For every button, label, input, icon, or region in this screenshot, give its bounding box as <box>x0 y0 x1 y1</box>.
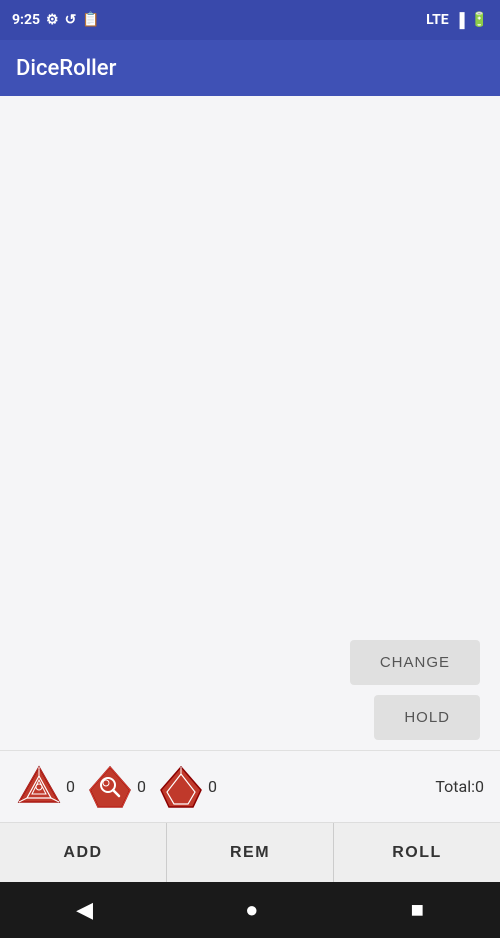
settings-icon: ⚙ <box>46 12 59 28</box>
dice-count-1: 0 <box>66 777 75 796</box>
refresh-icon: ↺ <box>65 12 77 28</box>
bottom-bar: ADD REM ROLL <box>0 822 500 882</box>
status-right: LTE ▐ 🔋 <box>426 12 488 29</box>
total-value: 0 <box>475 777 484 796</box>
roll-button[interactable]: ROLL <box>334 823 500 882</box>
dice-item-1[interactable]: 0 <box>16 764 83 810</box>
action-buttons-container: CHANGE HOLD <box>0 630 500 750</box>
nav-bar: ◀ ● ■ <box>0 882 500 938</box>
app-bar: DiceRoller <box>0 40 500 96</box>
change-button[interactable]: CHANGE <box>350 640 480 685</box>
total-label-text: Total: <box>435 777 475 796</box>
main-content: CHANGE HOLD <box>0 96 500 750</box>
dice-tray: 0 0 0 Total:0 <box>0 750 500 822</box>
dice-icon-3 <box>158 764 204 810</box>
status-left: 9:25 ⚙ ↺ 📋 <box>12 12 100 28</box>
app-title: DiceRoller <box>16 56 116 81</box>
signal-icon: ▐ <box>455 12 465 29</box>
hold-button[interactable]: HOLD <box>374 695 480 740</box>
clipboard-icon: 📋 <box>82 12 99 28</box>
total-display: Total:0 <box>435 777 484 796</box>
recent-nav-icon[interactable]: ■ <box>411 897 424 923</box>
home-nav-icon[interactable]: ● <box>245 897 258 923</box>
status-time: 9:25 <box>12 12 40 28</box>
status-bar: 9:25 ⚙ ↺ 📋 LTE ▐ 🔋 <box>0 0 500 40</box>
dice-icon-2 <box>87 764 133 810</box>
scroll-area <box>0 96 500 630</box>
dice-item-3[interactable]: 0 <box>158 764 225 810</box>
back-nav-icon[interactable]: ◀ <box>76 898 93 923</box>
add-button[interactable]: ADD <box>0 823 167 882</box>
lte-label: LTE <box>426 12 449 28</box>
rem-button[interactable]: REM <box>167 823 334 882</box>
dice-count-2: 0 <box>137 777 146 796</box>
dice-count-3: 0 <box>208 777 217 796</box>
battery-icon: 🔋 <box>471 12 488 28</box>
dice-icon-1 <box>16 764 62 810</box>
dice-item-2[interactable]: 0 <box>87 764 154 810</box>
